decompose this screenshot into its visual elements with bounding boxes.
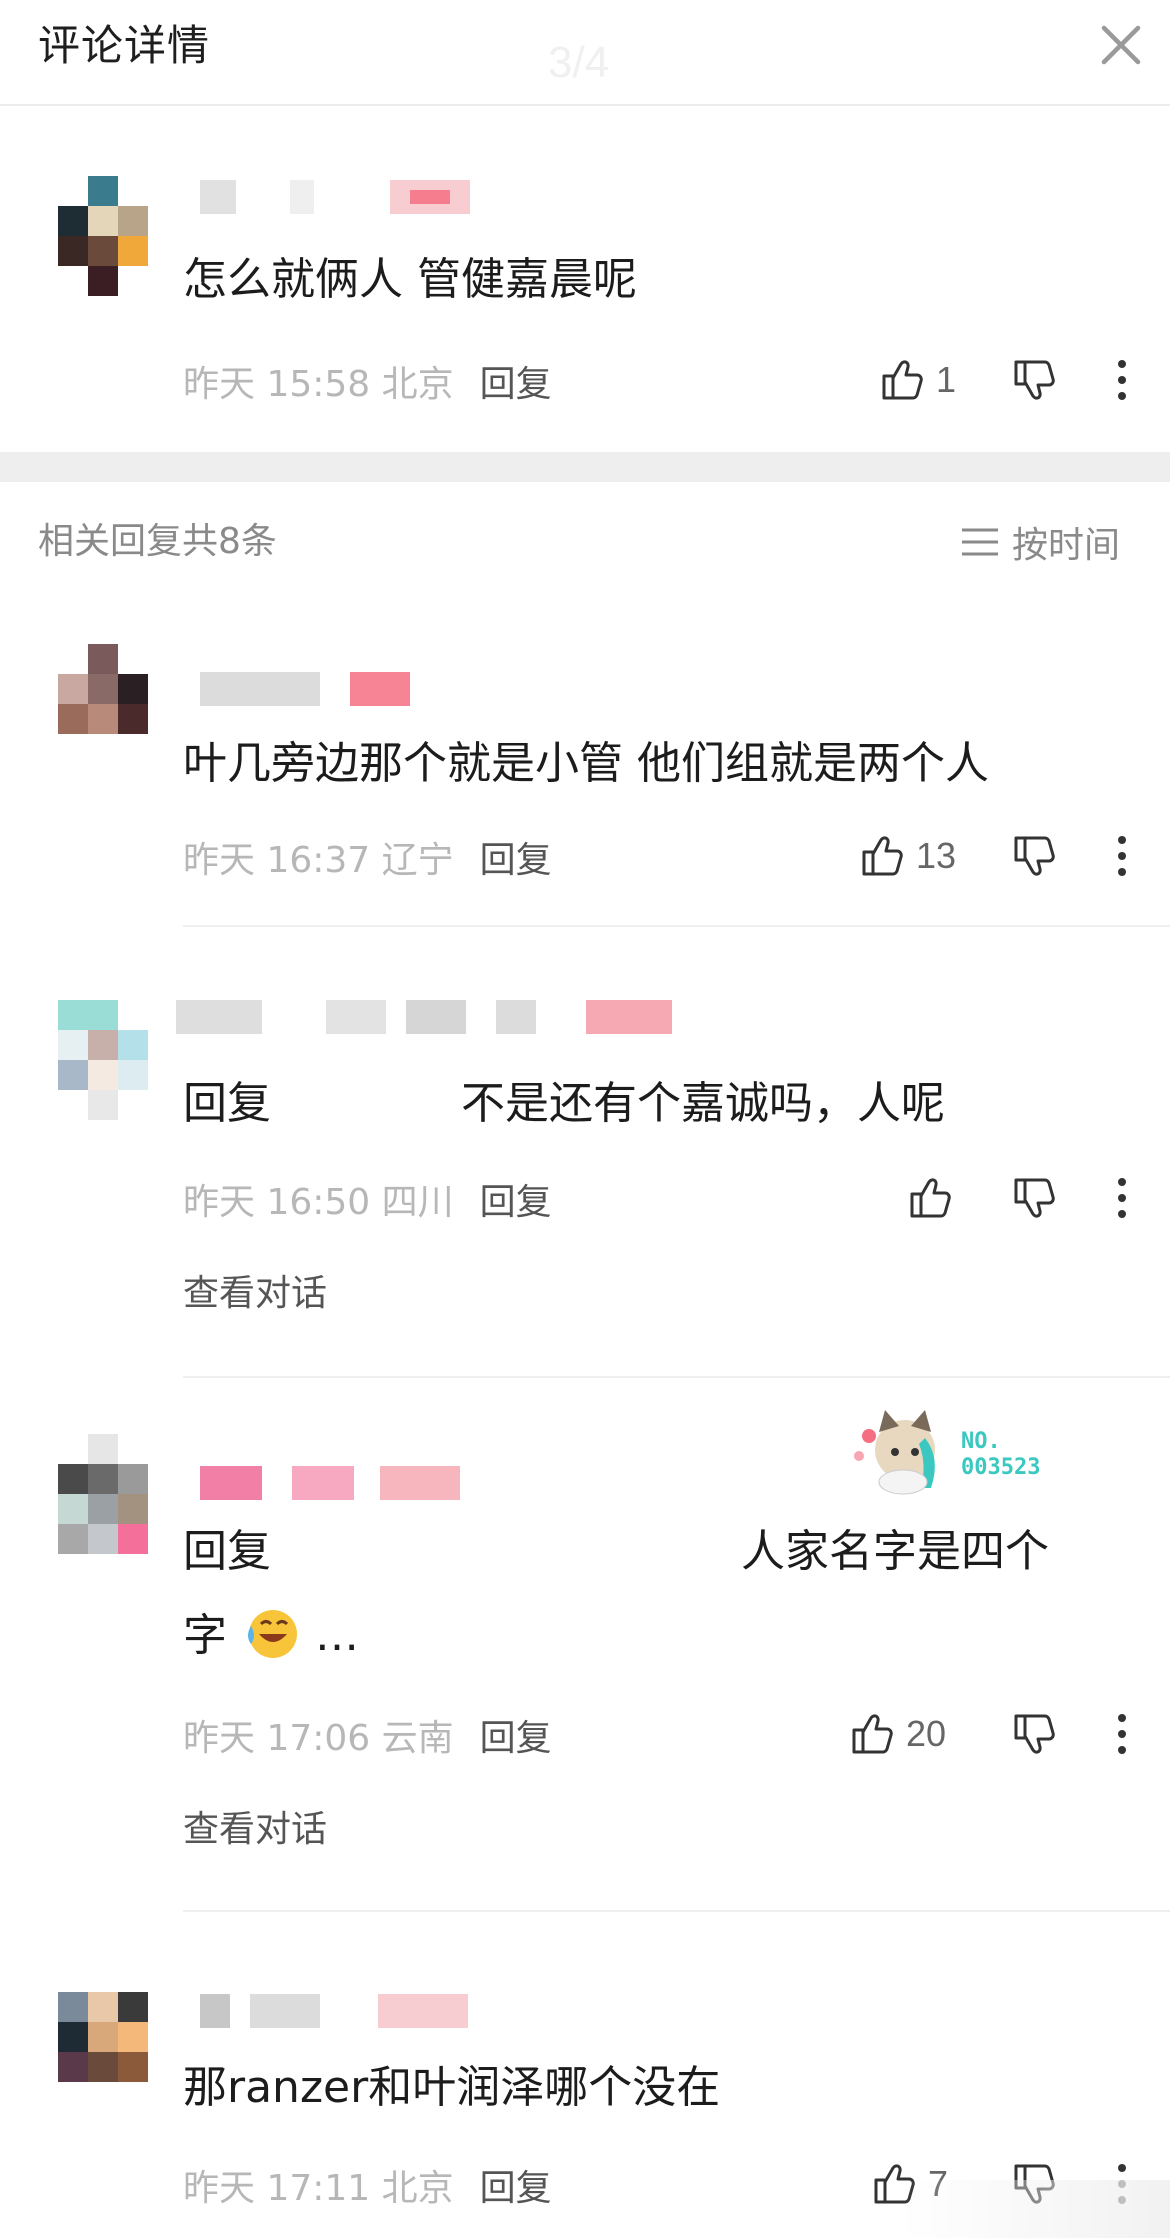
like-button[interactable]: 20 [848, 1706, 946, 1762]
thumbs-up-icon [882, 360, 923, 400]
avatar[interactable] [56, 1434, 148, 1554]
view-conversation-link[interactable]: 查看对话 [183, 1800, 327, 1852]
reply-time: 昨天 17:11 北京 [183, 2168, 454, 2209]
sort-label: 按时间 [1012, 525, 1121, 566]
reply-meta: 昨天 16:50 四川 回复 [183, 1174, 552, 1224]
avatar[interactable] [56, 176, 148, 296]
like-count: 20 [906, 1713, 947, 1754]
thumbs-down-icon[interactable] [1010, 1174, 1058, 1222]
like-count: 1 [936, 359, 957, 400]
reply-body: 人家名字是四个 [741, 1526, 1049, 1577]
more-options-icon[interactable] [1112, 1710, 1132, 1758]
like-button[interactable]: 1 [878, 352, 956, 408]
menu-icon [962, 528, 998, 556]
username-blurred [200, 180, 480, 214]
comment-text: 怎么就俩人 管健嘉晨呢 [183, 254, 637, 305]
reply-text: 那ranzer和叶润泽哪个没在 [183, 2062, 721, 2113]
reply-button[interactable]: 回复 [480, 2159, 552, 2211]
reply-prefix: 回复 [183, 1078, 271, 1129]
header-bar: 评论详情 3/4 [0, 0, 1170, 106]
reply-time: 昨天 16:37 辽宁 [183, 840, 454, 881]
svg-text:003523: 003523 [961, 1455, 1040, 1480]
more-options-icon[interactable] [1112, 832, 1132, 880]
thumbs-up-icon [852, 1714, 893, 1754]
laughing-crying-emoji-icon [248, 1610, 297, 1658]
username-blurred [176, 1000, 676, 1034]
username-blurred [200, 672, 440, 706]
reply-button[interactable]: 回复 [480, 355, 552, 407]
reply-count-label: 相关回复共8条 [38, 521, 277, 562]
thumbs-down-icon[interactable] [1010, 1710, 1058, 1758]
reply-text-line2: 字 … [183, 1606, 359, 1666]
thumbs-down-icon[interactable] [1010, 356, 1058, 404]
view-conversation-link[interactable]: 查看对话 [183, 1264, 327, 1316]
thumbs-up-icon [910, 1178, 951, 1218]
reply-meta: 昨天 17:06 云南 回复 [183, 1710, 552, 1760]
avatar[interactable] [56, 644, 148, 756]
more-options-icon[interactable] [1112, 356, 1132, 404]
reply-button[interactable]: 回复 [480, 1173, 552, 1225]
reply-time: 昨天 16:50 四川 [183, 1182, 454, 1223]
comment-meta: 昨天 15:58 北京 回复 [183, 356, 552, 406]
comment-time: 昨天 15:58 北京 [183, 364, 454, 405]
badge-text: NO. [961, 1429, 1001, 1454]
reply-text: 回复 不是还有个嘉诚吗，人呢 [183, 1074, 945, 1134]
fan-badge-icon: NO. 003523 [854, 1410, 1040, 1495]
page-counter: 3/4 [548, 38, 610, 87]
sort-button[interactable]: 按时间 [960, 516, 1120, 568]
username-blurred [200, 1466, 480, 1500]
section-separator [0, 452, 1170, 482]
more-options-icon[interactable] [1112, 1174, 1132, 1222]
bottom-blur-overlay [900, 2180, 1170, 2238]
reply-divider [183, 1376, 1170, 1378]
username-blurred [200, 1994, 480, 2028]
reply-button[interactable]: 回复 [480, 831, 552, 883]
reply-divider [183, 925, 1170, 927]
avatar[interactable] [56, 1000, 148, 1120]
reply-meta: 昨天 17:11 北京 回复 [183, 2160, 552, 2210]
close-icon[interactable] [1090, 14, 1152, 76]
page-title: 评论详情 [38, 21, 211, 70]
reply-text: 叶几旁边那个就是小管 他们组就是两个人 [183, 738, 989, 789]
thumbs-up-icon [862, 836, 903, 876]
header-divider [0, 104, 1170, 106]
like-button[interactable] [906, 1170, 964, 1226]
avatar[interactable] [56, 1992, 148, 2104]
reply-text: 回复 人家名字是四个 [183, 1522, 1049, 1582]
reply-button[interactable]: 回复 [480, 1709, 552, 1761]
reply-time: 昨天 17:06 云南 [183, 1718, 454, 1759]
like-button[interactable]: 13 [858, 828, 956, 884]
thumbs-down-icon[interactable] [1010, 832, 1058, 880]
reply-body: 不是还有个嘉诚吗，人呢 [461, 1078, 945, 1129]
reply-meta: 昨天 16:37 辽宁 回复 [183, 832, 552, 882]
like-count: 13 [916, 835, 957, 876]
reply-prefix: 回复 [183, 1526, 271, 1577]
reply-divider [183, 1910, 1170, 1912]
